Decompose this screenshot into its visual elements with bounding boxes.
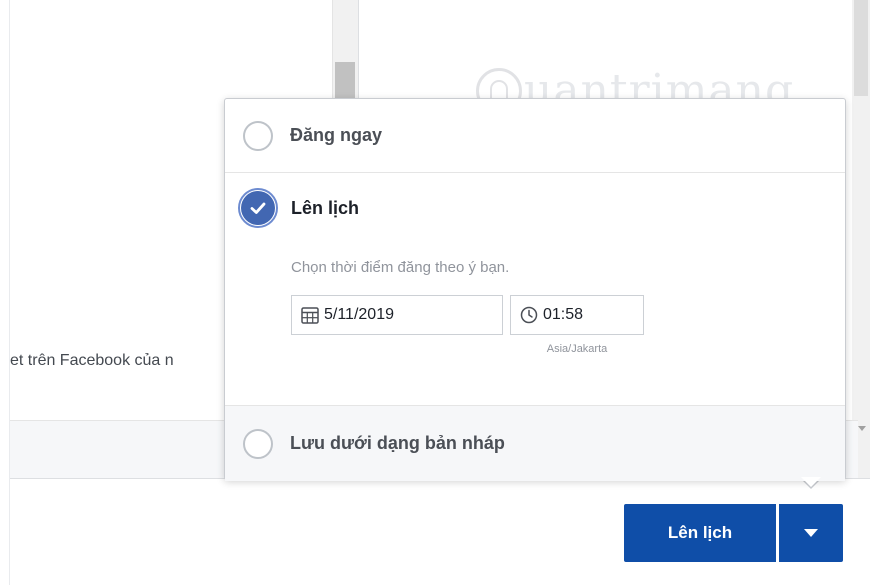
option-save-draft-label: Lưu dưới dạng bản nháp — [290, 433, 505, 453]
publish-options-dropdown-button[interactable] — [779, 504, 843, 562]
timezone-label: Asia/Jakarta — [546, 343, 608, 355]
option-schedule-label: Lên lịch — [291, 197, 360, 218]
publish-options-popup: Đăng ngay Lên lịch Chọn thời điểm đăng t… — [224, 98, 846, 481]
calendar-icon — [301, 307, 319, 324]
scroll-down-arrow-icon[interactable] — [858, 426, 866, 431]
time-field[interactable]: 01:58 — [510, 295, 644, 335]
radio-publish-now[interactable] — [243, 120, 273, 151]
option-publish-now-label: Đăng ngay — [290, 125, 383, 145]
option-save-draft[interactable]: Lưu dưới dạng bản nháp — [225, 405, 845, 481]
preview-scrollbar-thumb[interactable] — [854, 0, 868, 96]
option-schedule[interactable]: Lên lịch — [238, 188, 360, 228]
popup-tail-fill — [801, 477, 821, 487]
schedule-hint: Chọn thời điểm đăng theo ý bạn. — [291, 259, 510, 276]
option-publish-now[interactable]: Đăng ngay — [225, 99, 845, 173]
checkmark-icon[interactable] — [238, 188, 278, 228]
caret-down-icon — [804, 529, 818, 537]
date-field[interactable]: 5/11/2019 — [291, 295, 503, 335]
option-schedule-section: Lên lịch Chọn thời điểm đăng theo ý bạn.… — [225, 173, 845, 405]
preview-text: et trên Facebook của n — [10, 352, 174, 369]
window-frame-left — [0, 0, 10, 585]
date-value: 5/11/2019 — [324, 306, 394, 323]
time-value: 01:58 — [543, 306, 584, 323]
radio-save-draft[interactable] — [243, 428, 273, 459]
schedule-submit-button[interactable]: Lên lịch — [624, 504, 776, 562]
clock-icon — [520, 306, 538, 324]
